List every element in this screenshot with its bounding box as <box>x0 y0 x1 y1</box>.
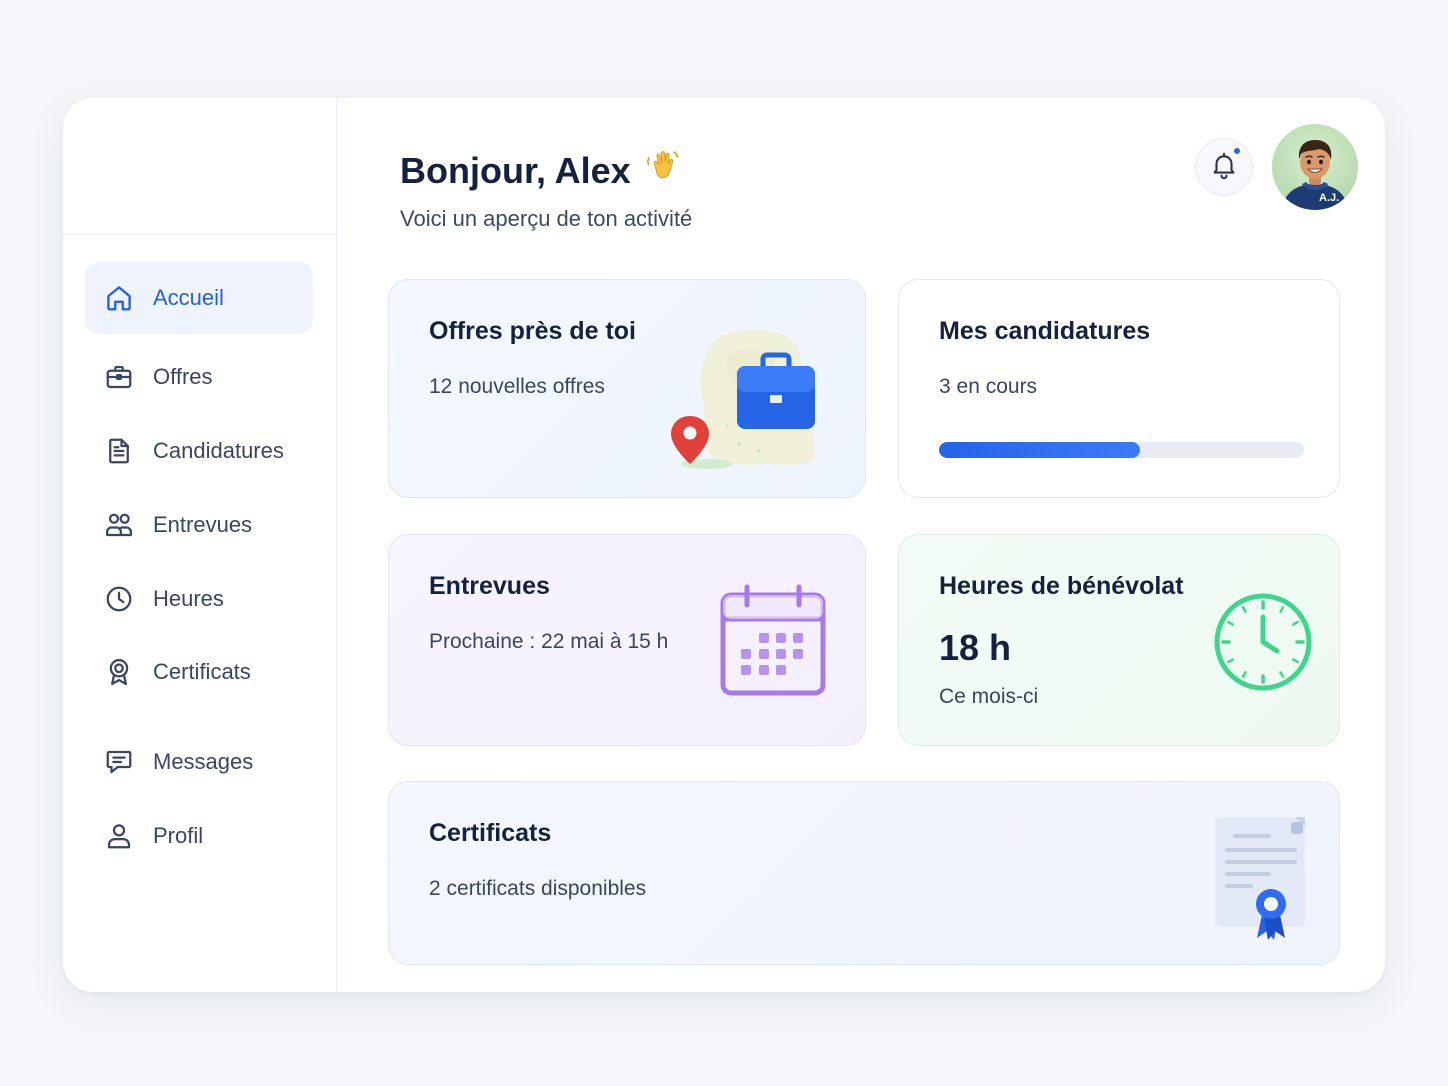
clock-icon <box>1212 591 1314 698</box>
hours-value: 18 h <box>939 627 1012 668</box>
card-title: Mes candidatures <box>939 317 1151 345</box>
greeting-text: Bonjour, Alex <box>400 149 631 191</box>
message-icon <box>85 747 149 777</box>
notification-dot <box>1232 146 1242 156</box>
sidebar-item-label: Accueil <box>153 285 224 310</box>
sidebar-item-label: Offres <box>153 364 213 389</box>
map-briefcase-illustration <box>667 326 837 476</box>
certificate-icon <box>1211 814 1311 949</box>
user-icon <box>85 821 149 851</box>
card-title: Offres près de toi <box>429 317 636 345</box>
sidebar-item-profil[interactable]: Profil <box>85 800 313 872</box>
waving-hand-icon <box>643 146 683 195</box>
interviews-card[interactable]: Entrevues Prochaine : 22 mai à 15 h <box>388 534 866 746</box>
card-description: 12 nouvelles offres <box>429 375 605 398</box>
avatar-initials: A.J. <box>1319 192 1340 204</box>
notifications-button[interactable] <box>1195 138 1253 196</box>
sidebar-item-heures[interactable]: Heures <box>85 563 313 635</box>
sidebar-item-label: Heures <box>153 586 224 611</box>
certificates-card[interactable]: Certificats 2 certificats disponibles <box>388 781 1340 965</box>
sidebar-item-messages[interactable]: Messages <box>85 726 313 798</box>
avatar[interactable]: A.J. <box>1272 124 1358 210</box>
page-title: Bonjour, Alex <box>400 146 683 195</box>
clock-icon <box>85 584 149 614</box>
calendar-icon <box>719 583 827 703</box>
progress-fill <box>939 442 1140 458</box>
sidebar-item-candidatures[interactable]: Candidatures <box>85 415 313 487</box>
card-title: Certificats <box>429 819 552 847</box>
sidebar: Accueil Offres Candidatures Entrevues He <box>63 98 337 992</box>
page-subtitle: Voici un aperçu de ton activité <box>400 206 693 231</box>
main-content: Bonjour, Alex Voici un aperçu de ton act… <box>337 98 1385 992</box>
users-icon <box>85 510 149 540</box>
sidebar-item-label: Candidatures <box>153 438 284 463</box>
applications-card[interactable]: Mes candidatures 3 en cours <box>898 279 1340 498</box>
sidebar-item-label: Messages <box>153 749 254 774</box>
sidebar-item-entrevues[interactable]: Entrevues <box>85 489 313 561</box>
card-description: 2 certificats disponibles <box>429 877 647 900</box>
sidebar-item-label: Profil <box>153 823 204 848</box>
applications-progress-bar <box>939 442 1304 458</box>
briefcase-icon <box>85 362 149 392</box>
card-description: Ce mois-ci <box>939 685 1039 708</box>
award-icon <box>85 657 149 687</box>
app-window: Accueil Offres Candidatures Entrevues He <box>63 98 1385 992</box>
sidebar-item-offres[interactable]: Offres <box>85 341 313 413</box>
card-title: Heures de bénévolat <box>939 572 1184 600</box>
sidebar-item-accueil[interactable]: Accueil <box>85 262 313 334</box>
card-title: Entrevues <box>429 572 550 600</box>
sidebar-logo-area <box>63 98 336 235</box>
sidebar-item-label: Entrevues <box>153 512 253 537</box>
sidebar-item-certificats[interactable]: Certificats <box>85 636 313 708</box>
sidebar-item-label: Certificats <box>153 659 251 684</box>
document-icon <box>85 436 149 466</box>
home-icon <box>85 283 149 313</box>
volunteer-hours-card[interactable]: Heures de bénévolat 18 h Ce mois-ci <box>898 534 1340 746</box>
card-description: Prochaine : 22 mai à 15 h <box>429 630 669 653</box>
card-description: 3 en cours <box>939 375 1038 398</box>
offers-card[interactable]: Offres près de toi 12 nouvelles offres <box>388 279 866 498</box>
